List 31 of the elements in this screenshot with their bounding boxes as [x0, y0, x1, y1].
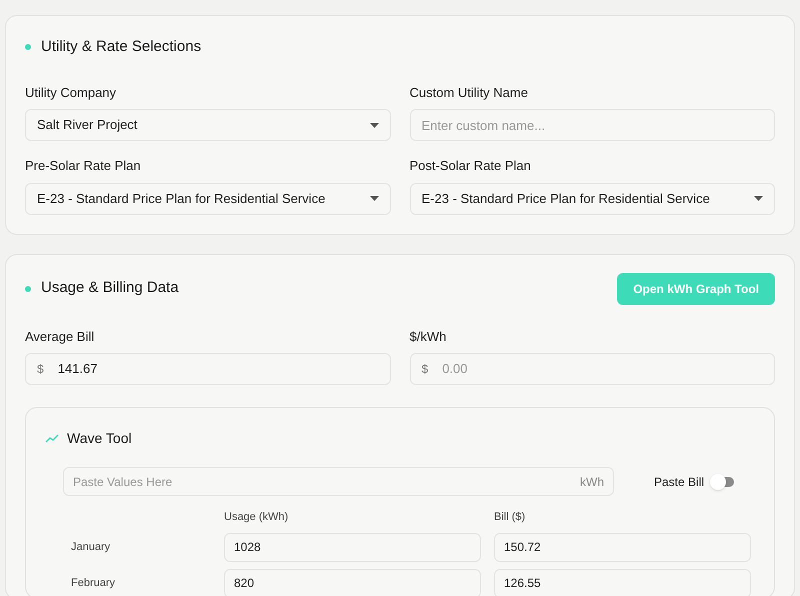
dropdown[interactable]: Salt River Project — [25, 109, 390, 141]
dropdown[interactable]: E-23 - Standard Price Plan for Residential Service — [25, 182, 390, 214]
input-field[interactable]: $ 141.67 — [25, 353, 390, 385]
caret-icon — [370, 196, 378, 201]
input-field[interactable]: 150.72 — [494, 532, 751, 562]
field-label: Custom Utility Name — [410, 84, 529, 102]
dot-icon — [25, 286, 31, 292]
caret-icon — [370, 122, 378, 128]
field-label: Average Bill — [25, 328, 96, 346]
input-field[interactable]: 1028 — [224, 532, 481, 562]
toggle-switch[interactable] — [712, 476, 734, 486]
section-title: Utility & Rate Selections — [41, 37, 202, 57]
dropdown[interactable]: E-23 - Standard Price Plan for Residential Service — [410, 182, 775, 214]
column-header: Usage (kWh) — [224, 510, 290, 525]
section-title: Usage & Billing Data — [41, 278, 179, 298]
toggle-label: Paste Bill — [654, 474, 704, 490]
field-label: Pre-Solar Rate Plan — [25, 157, 142, 175]
input-field[interactable]: $ 0.00 — [410, 353, 775, 385]
field-label: $/kWh — [410, 328, 448, 346]
field-label: Post-Solar Rate Plan — [410, 157, 532, 175]
month-label: January — [71, 540, 112, 555]
column-header: Bill ($) — [494, 510, 526, 525]
trend-icon — [45, 434, 59, 443]
field-label: Utility Company — [25, 84, 118, 102]
section-title: Wave Tool — [67, 429, 132, 448]
caret-icon — [754, 196, 763, 201]
dot-icon — [25, 44, 31, 50]
input-field[interactable]: 126.55 — [494, 568, 751, 596]
input-field[interactable]: 820 — [224, 568, 481, 596]
input-field[interactable]: Enter custom name... — [410, 109, 775, 141]
month-label: February — [71, 576, 116, 591]
